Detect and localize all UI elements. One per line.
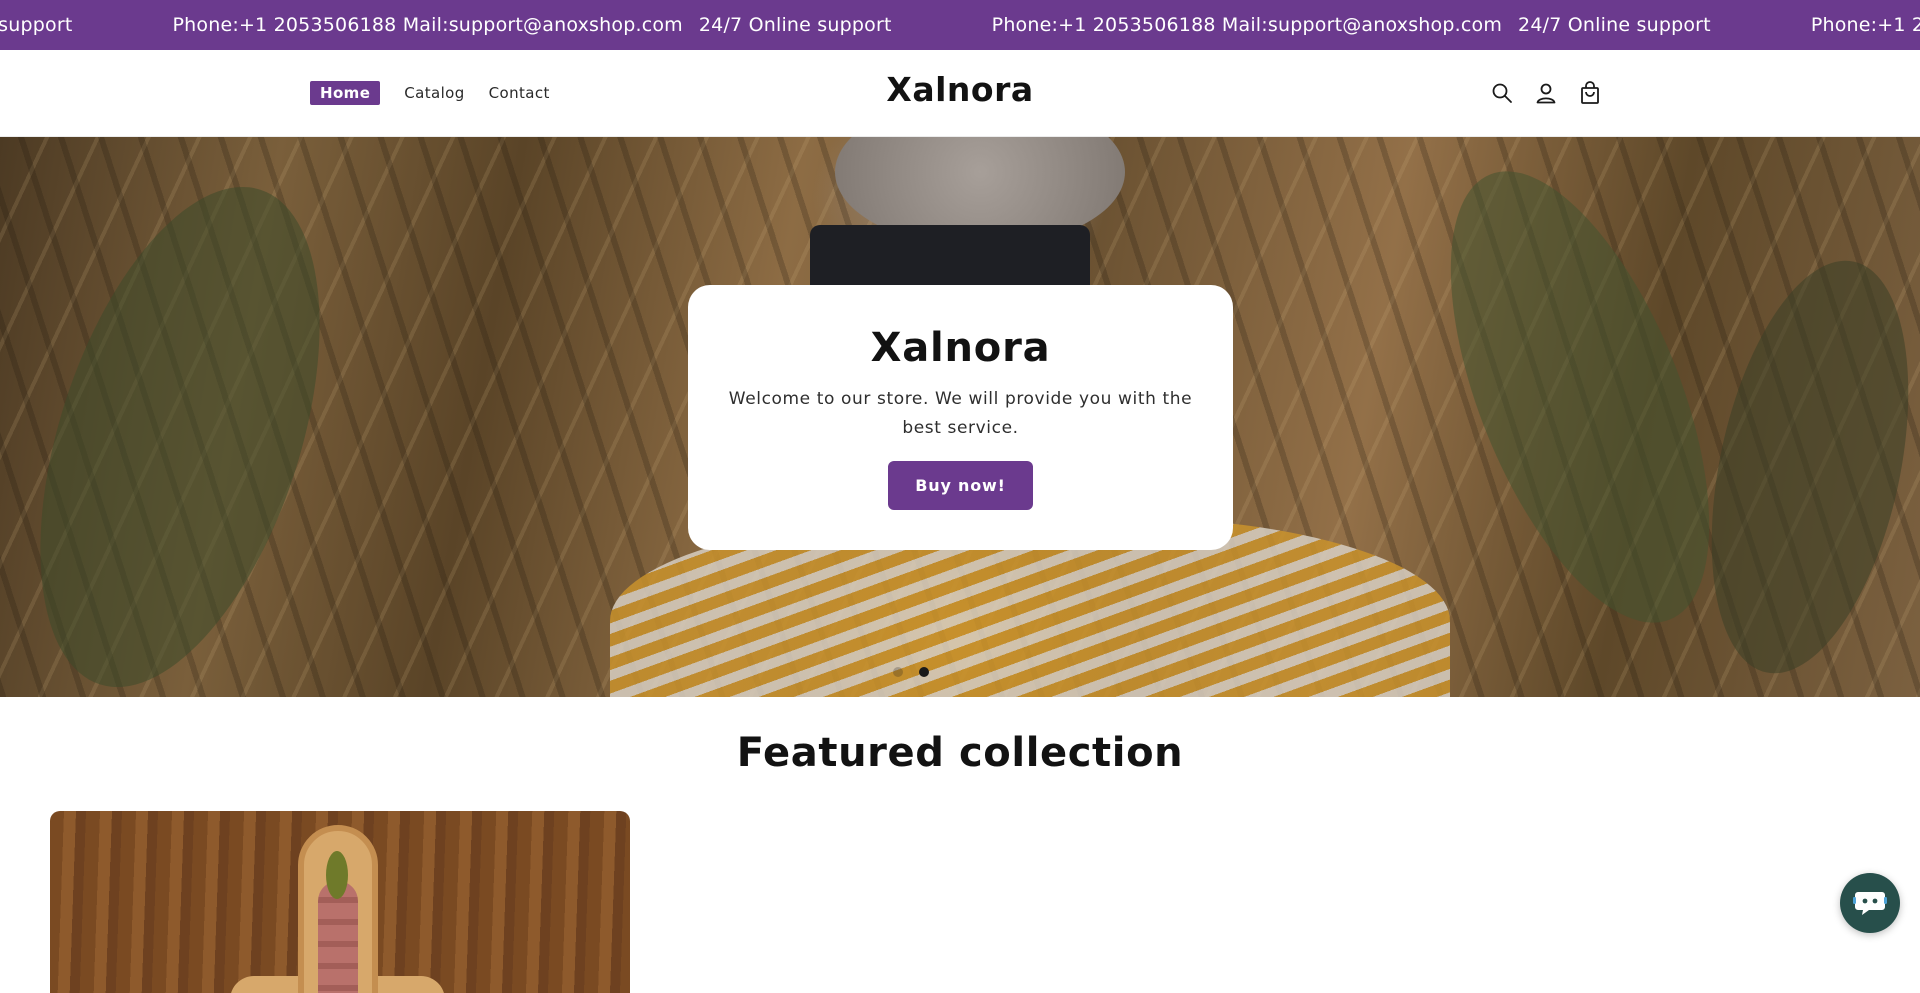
hero-banner: Xalnora Welcome to our store. We will pr… (0, 137, 1920, 697)
nav-home[interactable]: Home (310, 81, 381, 105)
site-logo-wrap: Xalnora (0, 70, 1920, 109)
announcement-text: Phone:+1 2053506188 Mail:support@anoxsho… (172, 14, 683, 36)
featured-collection-title: Featured collection (736, 730, 1184, 776)
chat-widget-button[interactable] (1840, 873, 1900, 933)
site-logo[interactable]: Xalnora (886, 70, 1033, 109)
slide-dot-1[interactable] (893, 667, 903, 677)
hero-card: Xalnora Welcome to our store. We will pr… (688, 285, 1233, 550)
announcement-text: Phone:+1 2 (1810, 14, 1920, 36)
account-icon[interactable] (1534, 78, 1558, 108)
announcement-track: e support Phone:+1 2053506188 Mail:suppo… (0, 0, 1920, 50)
slide-dot-2[interactable] (919, 667, 929, 677)
hero-subtitle: Welcome to our store. We will provide yo… (728, 389, 1193, 438)
nav-catalog[interactable]: Catalog (404, 84, 464, 102)
main-nav: Home Catalog Contact (310, 81, 550, 105)
hero-title: Xalnora (870, 325, 1051, 371)
chat-bubble-icon (1853, 892, 1887, 915)
announcement-text: 24/7 Online support (698, 14, 892, 36)
announcement-bar: e support Phone:+1 2053506188 Mail:suppo… (0, 0, 1920, 50)
site-header: Home Catalog Contact Xalnora (0, 50, 1920, 137)
cart-icon[interactable] (1578, 78, 1602, 108)
buy-now-button[interactable]: Buy now! (888, 461, 1033, 510)
announcement-text: 24/7 Online support (1518, 14, 1711, 36)
announcement-text: e support (0, 14, 73, 36)
product-image-pickle (326, 851, 348, 899)
product-card[interactable] (50, 811, 630, 993)
header-icons (1490, 78, 1602, 108)
slideshow-dots (893, 667, 929, 677)
search-icon[interactable] (1490, 78, 1514, 108)
nav-contact[interactable]: Contact (489, 84, 550, 102)
announcement-text: Phone:+1 2053506188 Mail:support@anoxsho… (991, 14, 1503, 36)
